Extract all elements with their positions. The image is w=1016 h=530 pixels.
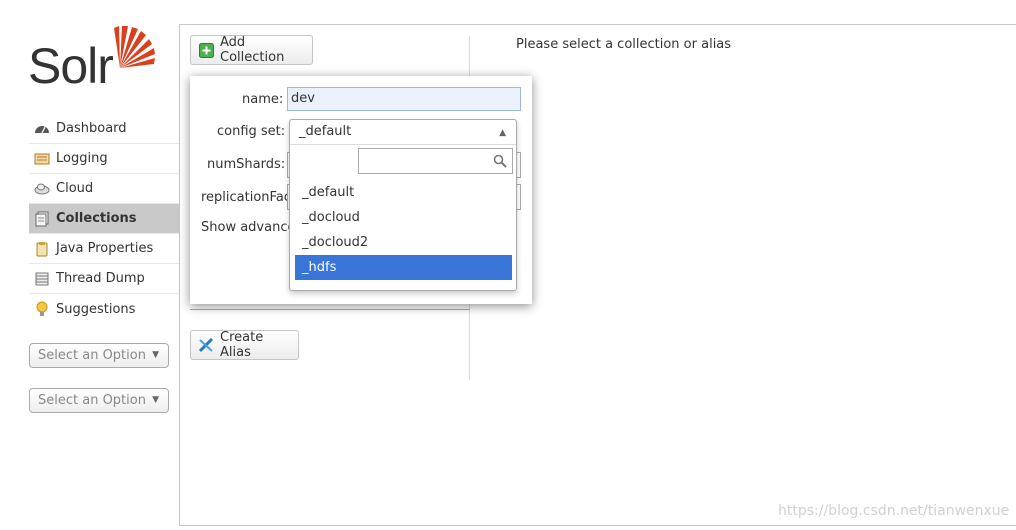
chevron-up-icon: ▲ [499, 128, 506, 138]
dropdown-option[interactable]: _docloud [295, 205, 512, 230]
logo-text: Solr [28, 38, 114, 94]
dropdown-search-input[interactable] [358, 148, 513, 174]
java-properties-icon [34, 241, 50, 257]
sidebar-item-suggestions[interactable]: Suggestions [29, 294, 179, 324]
logging-icon [34, 151, 50, 167]
sidebar-item-collections[interactable]: Collections [29, 204, 179, 234]
sidebar-item-label: Thread Dump [56, 271, 145, 286]
dropdown-option-highlighted[interactable]: _hdfs [295, 255, 512, 280]
core-selector-1-value: Select an Option [38, 348, 146, 363]
sidebar-item-label: Java Properties [56, 241, 154, 256]
config-set-dropdown[interactable]: _default ▲ _default _docloud _docloud2 _… [289, 119, 517, 291]
sidebar-item-java-properties[interactable]: Java Properties [29, 234, 179, 264]
collections-icon [34, 211, 50, 227]
plus-icon [199, 42, 214, 58]
core-selector-1[interactable]: Select an Option ▼ [29, 343, 169, 368]
create-alias-button[interactable]: Create Alias [190, 330, 299, 360]
alias-icon [198, 337, 214, 353]
sidebar-item-label: Collections [56, 211, 137, 226]
dashboard-icon [34, 121, 50, 137]
create-alias-label: Create Alias [220, 330, 264, 360]
config-set-label: config set: [217, 124, 286, 139]
sidebar-item-label: Logging [56, 151, 108, 166]
sidebar-item-dashboard[interactable]: Dashboard [29, 114, 179, 144]
dropdown-options: _default _docloud _docloud2 _hdfs [295, 180, 512, 280]
form-separator [190, 309, 470, 310]
lightbulb-icon [34, 301, 50, 317]
chevron-down-icon: ▼ [152, 350, 159, 360]
select-collection-message: Please select a collection or alias [516, 37, 732, 52]
add-collection-button[interactable]: Add Collection [190, 35, 313, 65]
solr-logo[interactable]: Solr [26, 22, 166, 94]
add-collection-label: Add Collection [220, 35, 285, 65]
show-advanced-toggle[interactable]: Show advance [201, 220, 295, 235]
name-field-value: dev [291, 91, 315, 106]
sidebar-menu: Dashboard Logging Cloud Collections Java… [29, 114, 179, 324]
dropdown-option[interactable]: _default [295, 180, 512, 205]
thread-dump-icon [34, 271, 50, 287]
replication-factor-label: replicationFact [201, 190, 297, 205]
name-field[interactable]: dev [287, 87, 521, 111]
num-shards-label: numShards: [207, 157, 286, 172]
watermark: https://blog.csdn.net/tianwenxue [778, 503, 1010, 519]
sidebar-item-label: Dashboard [56, 121, 127, 136]
config-set-selected-value: _default [299, 124, 352, 139]
config-set-selected[interactable]: _default ▲ [290, 120, 516, 145]
cloud-icon [34, 181, 50, 197]
name-label: name: [242, 92, 284, 107]
core-selector-2-value: Select an Option [38, 393, 146, 408]
solr-sunburst-icon [114, 26, 155, 68]
search-icon [493, 154, 507, 168]
sidebar-item-thread-dump[interactable]: Thread Dump [29, 264, 179, 294]
chevron-down-icon: ▼ [152, 395, 159, 405]
sidebar-item-logging[interactable]: Logging [29, 144, 179, 174]
core-selector-2[interactable]: Select an Option ▼ [29, 388, 169, 413]
sidebar-item-label: Suggestions [56, 301, 136, 317]
dropdown-option[interactable]: _docloud2 [295, 230, 512, 255]
sidebar-item-label: Cloud [56, 181, 94, 196]
sidebar-item-cloud[interactable]: Cloud [29, 174, 179, 204]
